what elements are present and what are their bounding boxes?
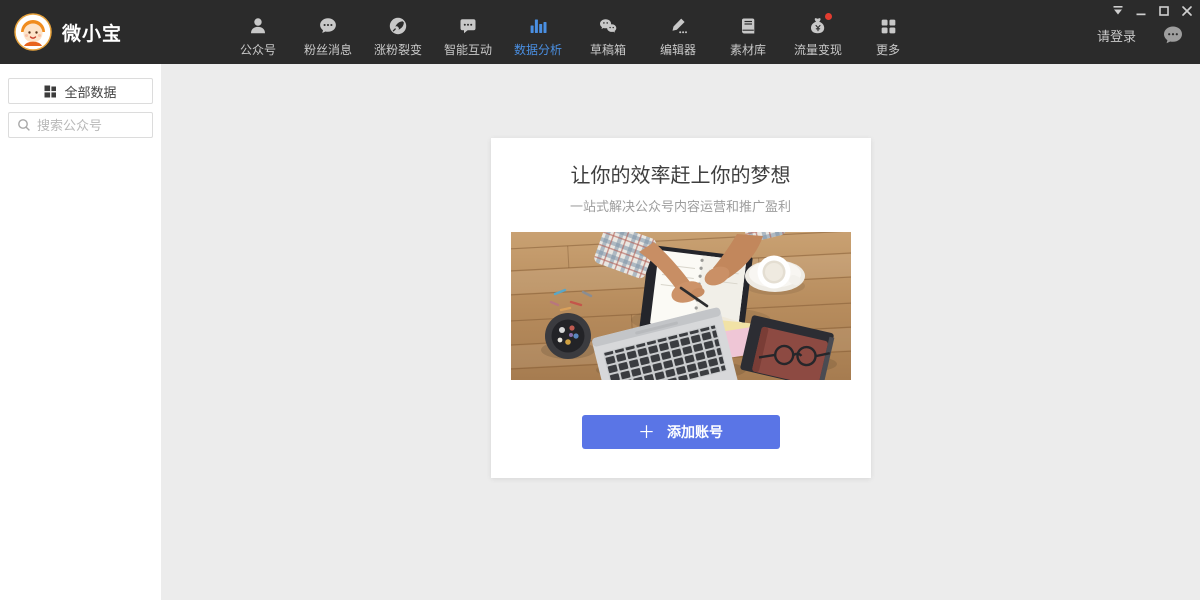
all-data-label: 全部数据 [64,82,116,101]
nav-item-material-library[interactable]: 素材库 [720,6,776,58]
money-bag-icon [808,15,828,37]
topbar-right: 请登录 [1097,24,1200,46]
topbar: 微小宝 公众号 [0,0,1200,64]
bar-chart-icon [528,15,548,37]
plus-icon: ＋ [638,424,655,441]
nav-item-drafts[interactable]: 草稿箱 [580,6,636,58]
mascot-logo-icon [14,13,52,51]
hide-window-icon[interactable] [1111,4,1125,18]
search-input[interactable] [37,118,144,133]
nav-item-fan-growth[interactable]: 涨粉裂变 [370,6,426,58]
user-icon [248,15,268,37]
rocket-icon [388,15,408,37]
window-controls [1111,4,1194,18]
app-logo: 微小宝 [0,13,122,51]
smart-chat-icon [458,15,478,37]
nav-item-fan-messages[interactable]: 粉丝消息 [300,6,356,58]
nav-item-data-analysis[interactable]: 数据分析 [510,6,566,58]
nav-item-monetization[interactable]: 流量变现 [790,6,846,58]
main-area: 让你的效率赶上你的梦想 一站式解决公众号内容运营和推广盈利 [161,64,1200,600]
close-icon[interactable] [1180,4,1194,18]
login-link[interactable]: 请登录 [1097,26,1136,45]
card-subtitle: 一站式解决公众号内容运营和推广盈利 [491,196,871,215]
app-title: 微小宝 [62,19,122,46]
search-box [8,112,153,138]
minimize-icon[interactable] [1134,4,1148,18]
nav-item-more[interactable]: 更多 [860,6,916,58]
welcome-card: 让你的效率赶上你的梦想 一站式解决公众号内容运营和推广盈利 [491,138,871,478]
nav-item-smart-interaction[interactable]: 智能互动 [440,6,496,58]
library-icon [738,15,758,37]
nav-item-official-accounts[interactable]: 公众号 [230,6,286,58]
desk-photo [511,232,851,380]
main-nav: 公众号 粉丝消息 [230,6,916,58]
chat-dots-icon [318,15,338,37]
add-account-label: 添加账号 [667,422,723,442]
pencil-icon [668,15,688,37]
grid-small-icon [44,85,57,98]
feedback-chat-icon[interactable] [1162,24,1184,46]
all-data-button[interactable]: 全部数据 [8,78,153,104]
maximize-icon[interactable] [1157,4,1171,18]
add-account-button[interactable]: ＋ 添加账号 [582,415,780,449]
card-title: 让你的效率赶上你的梦想 [491,138,871,188]
wechat-icon [598,15,618,37]
search-icon [17,118,31,132]
nav-item-editor[interactable]: 编辑器 [650,6,706,58]
grid-icon [879,15,898,37]
sidebar: 全部数据 [0,64,161,600]
notification-badge [825,13,832,20]
